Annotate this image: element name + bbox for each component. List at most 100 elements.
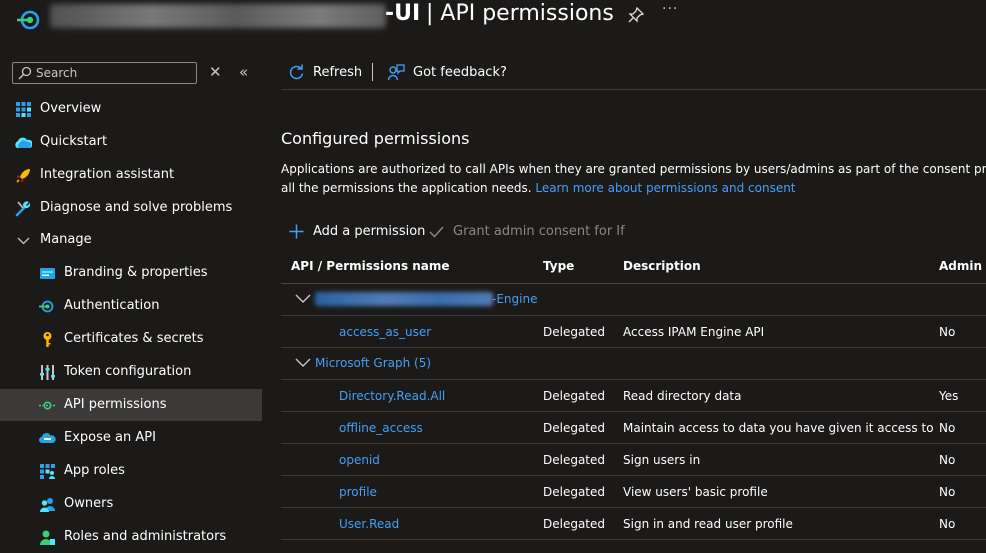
key-icon	[43, 332, 52, 347]
quickstart-icon	[15, 137, 32, 148]
sidebar-item-label: Branding & properties	[64, 265, 208, 280]
search-icon	[18, 66, 32, 80]
learn-more-link[interactable]: Learn more about permissions and consent	[535, 181, 795, 195]
more-options-icon[interactable]: ···	[662, 1, 678, 17]
refresh-label: Refresh	[313, 65, 363, 80]
sidebar-item-label: Certificates & secrets	[64, 331, 204, 346]
permission-description: Sign in and read user profile	[623, 517, 793, 531]
cloud-icon	[39, 433, 56, 443]
sidebar-item-authentication[interactable]: Authentication	[0, 290, 262, 322]
admin-consent-required: No	[939, 453, 956, 467]
sidebar-item-label: Integration assistant	[40, 167, 175, 182]
checkmark-icon	[429, 226, 444, 238]
admin-consent-required: No	[939, 325, 956, 339]
table-row: offline_access Delegated Maintain access…	[281, 412, 986, 444]
permission-description: Access IPAM Engine API	[623, 325, 765, 339]
roles-icon	[40, 530, 55, 545]
admin-consent-required: No	[939, 517, 956, 531]
sidebar-item-overview[interactable]: Overview	[0, 93, 262, 125]
sidebar-item-integration-assistant[interactable]: Integration assistant	[0, 159, 262, 191]
sidebar-item-certificates[interactable]: Certificates & secrets	[0, 323, 262, 355]
feedback-icon	[388, 64, 405, 81]
permission-name-link[interactable]: profile	[339, 485, 377, 499]
sidebar-item-label: Owners	[64, 496, 114, 511]
column-header-admin-consent[interactable]: Admin c	[939, 259, 986, 273]
chevron-down-icon	[17, 237, 30, 245]
permission-type: Delegated	[543, 517, 606, 531]
permission-type: Delegated	[543, 453, 606, 467]
token-icon	[40, 365, 55, 380]
sidebar-item-label: Quickstart	[40, 134, 108, 149]
sidebar-item-label: API permissions	[64, 397, 167, 412]
sidebar-item-roles-administrators[interactable]: Roles and administrators	[0, 521, 262, 553]
description-text-continued: all the permissions the application need…	[281, 181, 796, 195]
overview-icon	[16, 102, 31, 117]
sidebar-search[interactable]	[12, 62, 197, 84]
wrench-icon	[15, 201, 31, 217]
permission-type: Delegated	[543, 325, 606, 339]
redacted-api-name	[315, 292, 493, 306]
sidebar-item-owners[interactable]: Owners	[0, 488, 262, 520]
sidebar-item-label: Expose an API	[64, 430, 156, 445]
permission-type: Delegated	[543, 485, 606, 499]
permission-type: Delegated	[543, 389, 606, 403]
permission-description: View users' basic profile	[623, 485, 768, 499]
api-group-row[interactable]: Microsoft Graph (5)	[281, 348, 986, 380]
sidebar-group-manage[interactable]: Manage	[0, 224, 262, 256]
permission-type: Delegated	[543, 421, 606, 435]
admin-consent-required: No	[939, 485, 956, 499]
table-row: Directory.Read.All Delegated Read direct…	[281, 380, 986, 412]
column-header-description[interactable]: Description	[623, 259, 701, 273]
feedback-button[interactable]: Got feedback?	[388, 62, 508, 84]
sidebar-item-api-permissions[interactable]: API permissions	[0, 389, 262, 421]
collapse-sidebar-icon[interactable]: «	[239, 63, 248, 81]
pin-icon[interactable]	[628, 7, 644, 23]
column-header-name[interactable]: API / Permissions name	[291, 259, 450, 273]
sidebar-item-label: Manage	[40, 232, 92, 247]
grant-consent-label: Grant admin consent for If	[453, 224, 625, 239]
plus-icon	[289, 224, 304, 239]
sidebar-item-quickstart[interactable]: Quickstart	[0, 126, 262, 158]
api-group-row[interactable]: -Engine	[281, 284, 986, 316]
api-group-name[interactable]: Microsoft Graph (5)	[315, 356, 431, 370]
toolbar-divider	[281, 89, 986, 90]
column-header-type[interactable]: Type	[543, 259, 574, 273]
chevron-down-icon	[295, 294, 311, 303]
sidebar-item-expose-api[interactable]: Expose an API	[0, 422, 262, 454]
chevron-down-icon	[295, 358, 311, 367]
redacted-app-name	[50, 4, 386, 28]
admin-consent-required: No	[939, 421, 956, 435]
permission-name-link[interactable]: access_as_user	[339, 325, 431, 339]
app-roles-icon	[40, 464, 55, 479]
sidebar-item-label: Overview	[40, 101, 102, 116]
search-input[interactable]	[36, 64, 191, 82]
description-tail: all the permissions the application need…	[281, 181, 532, 195]
branding-icon	[40, 268, 55, 279]
permission-description: Read directory data	[623, 389, 742, 403]
page-title-suffix: -UI	[385, 1, 421, 26]
sidebar-item-label: Diagnose and solve problems	[40, 200, 233, 215]
sidebar-item-token-configuration[interactable]: Token configuration	[0, 356, 262, 388]
refresh-button[interactable]: Refresh	[288, 62, 363, 84]
sidebar-item-branding[interactable]: Branding & properties	[0, 257, 262, 289]
sidebar-item-diagnose[interactable]: Diagnose and solve problems	[0, 192, 262, 224]
add-permission-button[interactable]: Add a permission	[288, 221, 425, 243]
permission-name-link[interactable]: offline_access	[339, 421, 423, 435]
permission-description: Maintain access to data you have given i…	[623, 421, 934, 435]
permission-name-link[interactable]: openid	[339, 453, 380, 467]
rocket-icon	[16, 169, 30, 183]
clear-search-icon[interactable]: ✕	[209, 63, 222, 81]
authentication-icon	[39, 300, 54, 313]
section-title: Configured permissions	[281, 129, 470, 148]
grant-admin-consent-button[interactable]: Grant admin consent for If	[428, 221, 625, 243]
feedback-label: Got feedback?	[413, 65, 507, 80]
table-row: profile Delegated View users' basic prof…	[281, 476, 986, 508]
description-text: Applications are authorized to call APIs…	[281, 162, 986, 176]
page-title: | API permissions	[426, 1, 614, 26]
permission-name-link[interactable]: Directory.Read.All	[339, 389, 445, 403]
api-group-name[interactable]: -Engine	[492, 292, 537, 306]
api-permissions-icon	[39, 401, 56, 410]
permission-name-link[interactable]: User.Read	[339, 517, 399, 531]
sidebar-item-app-roles[interactable]: App roles	[0, 455, 262, 487]
sidebar-item-label: Authentication	[64, 298, 160, 313]
